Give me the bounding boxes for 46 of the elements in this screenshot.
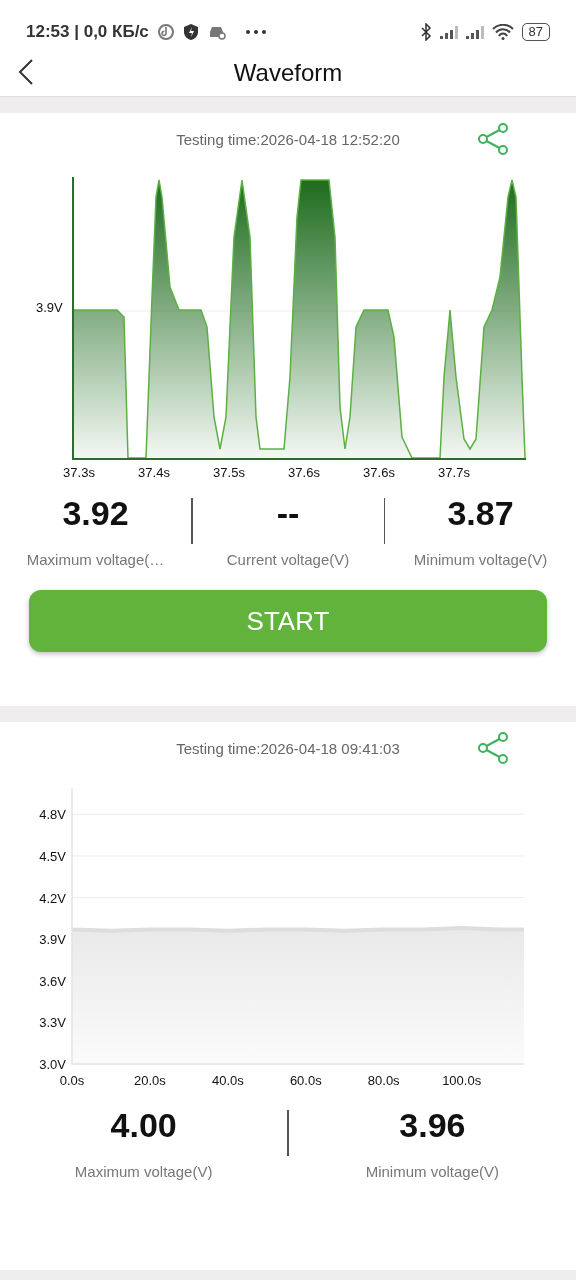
music-circle-icon (156, 23, 175, 41)
wifi-icon (491, 24, 514, 40)
stat-value: 3.87 (447, 494, 514, 533)
axis-label: 3.6V (39, 973, 66, 989)
status-time: 12:53 | 0,0 КБ/с (26, 22, 149, 42)
stat-label: Minimum voltage(V) (365, 1163, 500, 1180)
stat-value: 3.92 (62, 494, 129, 533)
back-icon[interactable] (16, 58, 36, 86)
axis-label: 37.4s (137, 465, 171, 480)
axis-label: 37.3s (62, 465, 96, 480)
axis-label: 37.6s (362, 465, 396, 480)
axis-label: 37.5s (212, 465, 246, 480)
stat-value: -- (276, 494, 300, 533)
axis-label: 80.0s (367, 1073, 400, 1088)
axis-label: 20.0s (134, 1073, 166, 1088)
axis-label: 0.0s (59, 1073, 85, 1088)
stat-label: Current voltage(V) (226, 551, 350, 568)
axis-label: 4.8V (39, 807, 66, 823)
testing-time: Testing time:2026-04-18 12:52:20 (176, 130, 400, 148)
signal-icon (439, 25, 458, 39)
stat-label: Maximum voltage(… (26, 551, 165, 568)
stat-label: Minimum voltage(V) (413, 551, 548, 568)
testing-time: Testing time:2026-04-18 09:41:03 (176, 739, 400, 757)
shield-icon (182, 23, 199, 41)
axis-label: 40.0s (211, 1073, 244, 1088)
axis-label: 100.0s (442, 1073, 482, 1088)
axis-label: 3.9V (36, 300, 63, 315)
page-title: Waveform (233, 59, 343, 87)
stat-value: 3.96 (399, 1106, 466, 1145)
axis-label: 37.7s (437, 465, 471, 480)
axis-label: 3.0V (39, 1057, 66, 1072)
more-dots-icon (244, 29, 267, 35)
stat-value: 4.00 (110, 1106, 177, 1145)
battery-icon: 87 (521, 23, 550, 41)
share-icon[interactable] (478, 732, 508, 764)
start-button[interactable]: START (29, 590, 547, 652)
axis-label: 60.0s (289, 1073, 322, 1088)
axis-label: 4.5V (39, 848, 66, 864)
axis-label: 4.2V (39, 890, 66, 906)
signal-icon (465, 25, 484, 39)
share-icon[interactable] (478, 123, 508, 155)
axis-label: 37.6s (287, 465, 321, 480)
bluetooth-icon (419, 23, 432, 41)
stat-label: Maximum voltage(V) (74, 1163, 213, 1180)
axis-label: 3.3V (39, 1015, 66, 1031)
axis-label: 3.9V (39, 932, 66, 948)
